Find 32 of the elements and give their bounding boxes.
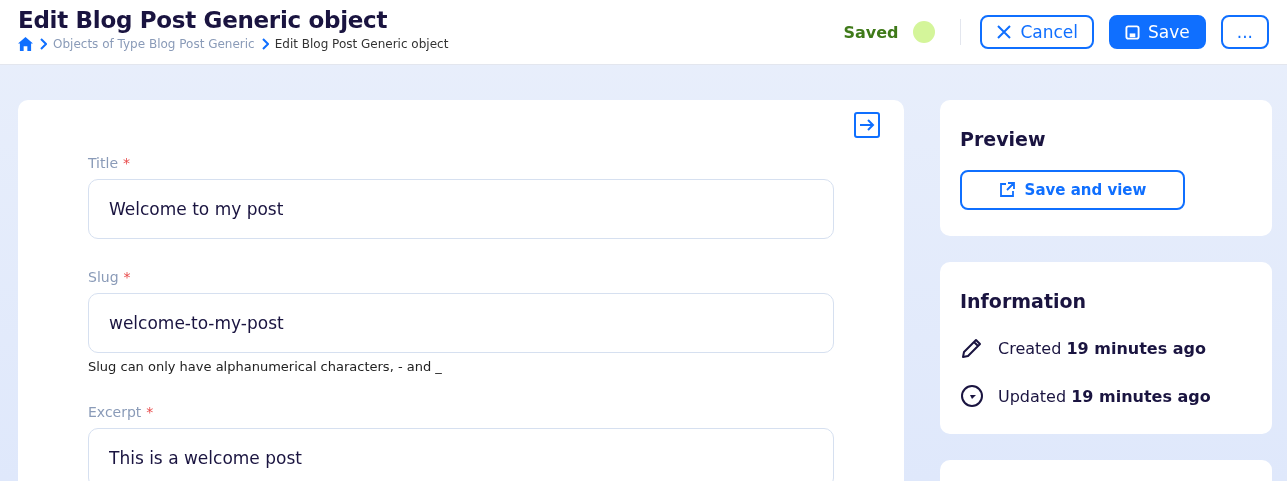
- required-mark: *: [123, 155, 130, 171]
- chevron-right-icon: [39, 38, 47, 50]
- card-title: Information: [960, 290, 1088, 312]
- arrow-right-icon: [854, 112, 880, 138]
- clock-icon: [960, 384, 984, 408]
- collapse-button[interactable]: [854, 112, 880, 138]
- save-and-view-button[interactable]: Save and view: [960, 170, 1185, 210]
- help-text: Slug can only have alphanumerical characters, - and _: [88, 359, 443, 374]
- field-label: Excerpt: [88, 404, 142, 420]
- page-title: Edit Blog Post Generic object: [18, 7, 389, 33]
- close-icon: [996, 24, 1013, 40]
- field-label: Slug: [88, 269, 119, 285]
- pencil-icon: [960, 336, 984, 360]
- field-label: Title: [88, 155, 118, 171]
- info-text: Created 19 minutes ago: [998, 338, 1206, 358]
- card-title: Preview: [960, 128, 1047, 150]
- breadcrumb-link[interactable]: Objects of Type Blog Post Generic: [53, 37, 255, 51]
- chevron-right-icon: [260, 38, 269, 50]
- more-button[interactable]: ...: [1220, 15, 1269, 49]
- save-button[interactable]: Save: [1109, 15, 1206, 49]
- info-text: Updated 19 minutes ago: [998, 386, 1211, 406]
- text-field[interactable]: This is a welcome post: [88, 428, 834, 481]
- home-icon[interactable]: [18, 37, 33, 51]
- text-field[interactable]: welcome-to-my-post: [88, 293, 834, 353]
- status-dot-icon: [913, 21, 936, 43]
- breadcrumb-link[interactable]: Edit Blog Post Generic object: [274, 37, 449, 51]
- required-mark: *: [123, 269, 131, 285]
- required-mark: *: [146, 404, 154, 420]
- external-link-icon: [998, 182, 1015, 198]
- text-field[interactable]: Welcome to my post: [88, 179, 834, 239]
- save-status: Saved: [843, 22, 899, 42]
- cancel-button[interactable]: Cancel: [980, 15, 1095, 49]
